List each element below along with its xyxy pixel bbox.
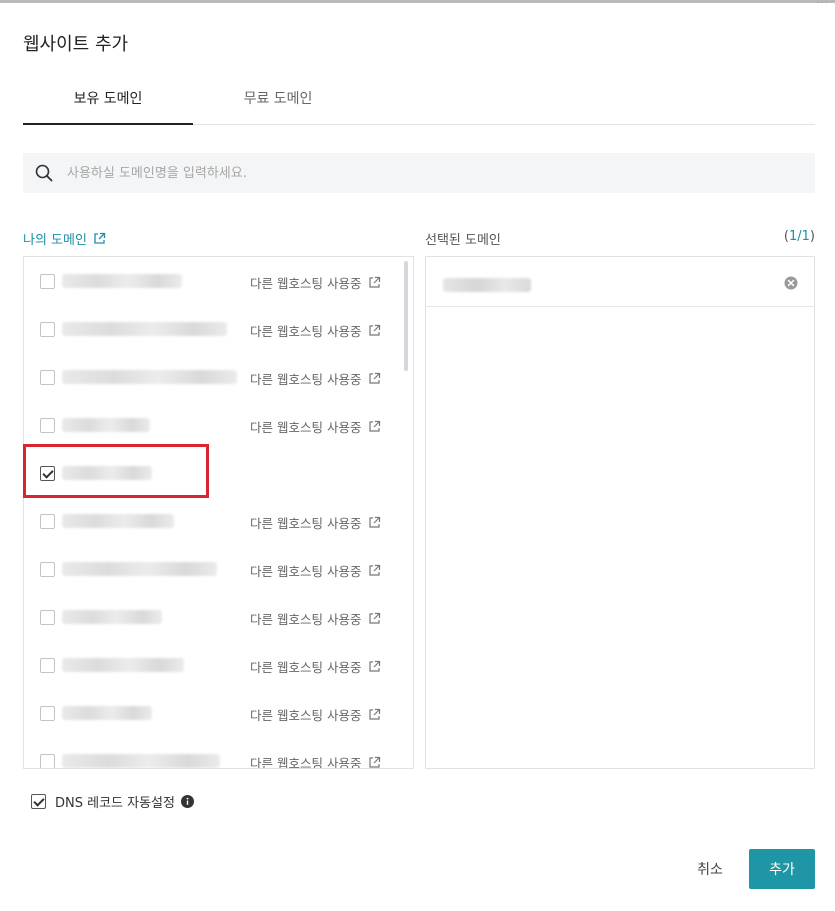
- external-link-icon: [94, 232, 106, 244]
- external-link-icon: [369, 612, 381, 624]
- domain-checkbox[interactable]: [40, 466, 55, 481]
- selected-domain-label: 선택된 도메인: [425, 233, 501, 248]
- add-button[interactable]: 추가: [749, 849, 815, 889]
- redacted-domain-name: [62, 610, 162, 624]
- redacted-domain-name: [62, 706, 152, 720]
- redacted-domain-name: [62, 562, 217, 576]
- external-link-icon: [369, 756, 381, 768]
- selected-domain-item: [426, 257, 814, 307]
- list-item: 다른 웹호스팅 사용중: [24, 689, 404, 737]
- selected-count: (1/1): [783, 229, 815, 244]
- external-link-icon: [369, 708, 381, 720]
- dns-checkbox[interactable]: [31, 794, 46, 809]
- status-link[interactable]: 다른 웹호스팅 사용중: [250, 417, 381, 436]
- domain-checkbox[interactable]: [40, 754, 55, 768]
- external-link-icon: [369, 420, 381, 432]
- redacted-domain-name: [62, 514, 174, 528]
- redacted-domain-name: [62, 466, 152, 480]
- status-link[interactable]: 다른 웹호스팅 사용중: [250, 609, 381, 628]
- status-link[interactable]: 다른 웹호스팅 사용중: [250, 657, 381, 676]
- redacted-domain-name: [62, 370, 237, 384]
- close-circle-icon[interactable]: [784, 276, 798, 290]
- redacted-domain-name: [62, 418, 150, 432]
- search-icon: [35, 164, 53, 182]
- domain-checkbox[interactable]: [40, 706, 55, 721]
- external-link-icon: [369, 516, 381, 528]
- my-domain-list: 다른 웹호스팅 사용중 다른 웹호스팅 사용중 다른 웹호스팅 사용중 다른 웹…: [23, 256, 414, 769]
- external-link-icon: [369, 660, 381, 672]
- status-link[interactable]: 다른 웹호스팅 사용중: [250, 369, 381, 388]
- cancel-button[interactable]: 취소: [685, 850, 735, 888]
- list-item: 다른 웹호스팅 사용중: [24, 545, 404, 593]
- tab-owned-domain[interactable]: 보유 도메인: [23, 82, 193, 125]
- external-link-icon: [369, 324, 381, 336]
- list-item: 다른 웹호스팅 사용중: [24, 353, 404, 401]
- external-link-icon: [369, 276, 381, 288]
- list-item: 다른 웹호스팅 사용중: [24, 737, 404, 768]
- redacted-domain-name: [62, 322, 227, 336]
- dns-auto-setting: DNS 레코드 자동설정: [31, 792, 194, 811]
- dots-icon: ···: [816, 0, 829, 9]
- domain-checkbox[interactable]: [40, 610, 55, 625]
- my-domain-label: 나의 도메인: [23, 233, 87, 248]
- list-scrollbar[interactable]: [404, 261, 408, 371]
- domain-checkbox[interactable]: [40, 274, 55, 289]
- list-item: 다른 웹호스팅 사용중: [24, 641, 404, 689]
- redacted-domain-name: [443, 278, 531, 292]
- redacted-domain-name: [62, 274, 182, 288]
- tab-free-domain[interactable]: 무료 도메인: [193, 82, 363, 125]
- list-item: 다른 웹호스팅 사용중: [24, 593, 404, 641]
- domain-checkbox[interactable]: [40, 562, 55, 577]
- external-link-icon: [369, 372, 381, 384]
- external-link-icon: [369, 564, 381, 576]
- status-link[interactable]: 다른 웹호스팅 사용중: [250, 273, 381, 292]
- domain-checkbox[interactable]: [40, 370, 55, 385]
- domain-checkbox[interactable]: [40, 322, 55, 337]
- list-item: 다른 웹호스팅 사용중: [24, 305, 404, 353]
- redacted-domain-name: [62, 754, 220, 768]
- my-domain-link[interactable]: 나의 도메인: [23, 229, 106, 248]
- search-input[interactable]: [67, 153, 787, 193]
- dns-label: DNS 레코드 자동설정: [55, 796, 175, 811]
- dialog-title: 웹사이트 추가: [23, 34, 129, 55]
- domain-checkbox[interactable]: [40, 418, 55, 433]
- search-box: [23, 153, 815, 193]
- domain-checkbox[interactable]: [40, 514, 55, 529]
- list-item: 다른 웹호스팅 사용중: [24, 401, 404, 449]
- list-item: 다른 웹호스팅 사용중: [24, 497, 404, 545]
- status-link[interactable]: 다른 웹호스팅 사용중: [250, 753, 381, 768]
- list-item: 다른 웹호스팅 사용중: [24, 257, 404, 305]
- info-icon[interactable]: [180, 795, 194, 808]
- status-link[interactable]: 다른 웹호스팅 사용중: [250, 513, 381, 532]
- list-item: [24, 449, 404, 497]
- status-link[interactable]: 다른 웹호스팅 사용중: [250, 321, 381, 340]
- redacted-domain-name: [62, 658, 184, 672]
- status-link[interactable]: 다른 웹호스팅 사용중: [250, 561, 381, 580]
- domain-checkbox[interactable]: [40, 658, 55, 673]
- status-link[interactable]: 다른 웹호스팅 사용중: [250, 705, 381, 724]
- selected-domain-list: [425, 256, 815, 769]
- window-top-border: ···: [0, 0, 835, 9]
- tab-bar: 보유 도메인 무료 도메인: [23, 82, 815, 125]
